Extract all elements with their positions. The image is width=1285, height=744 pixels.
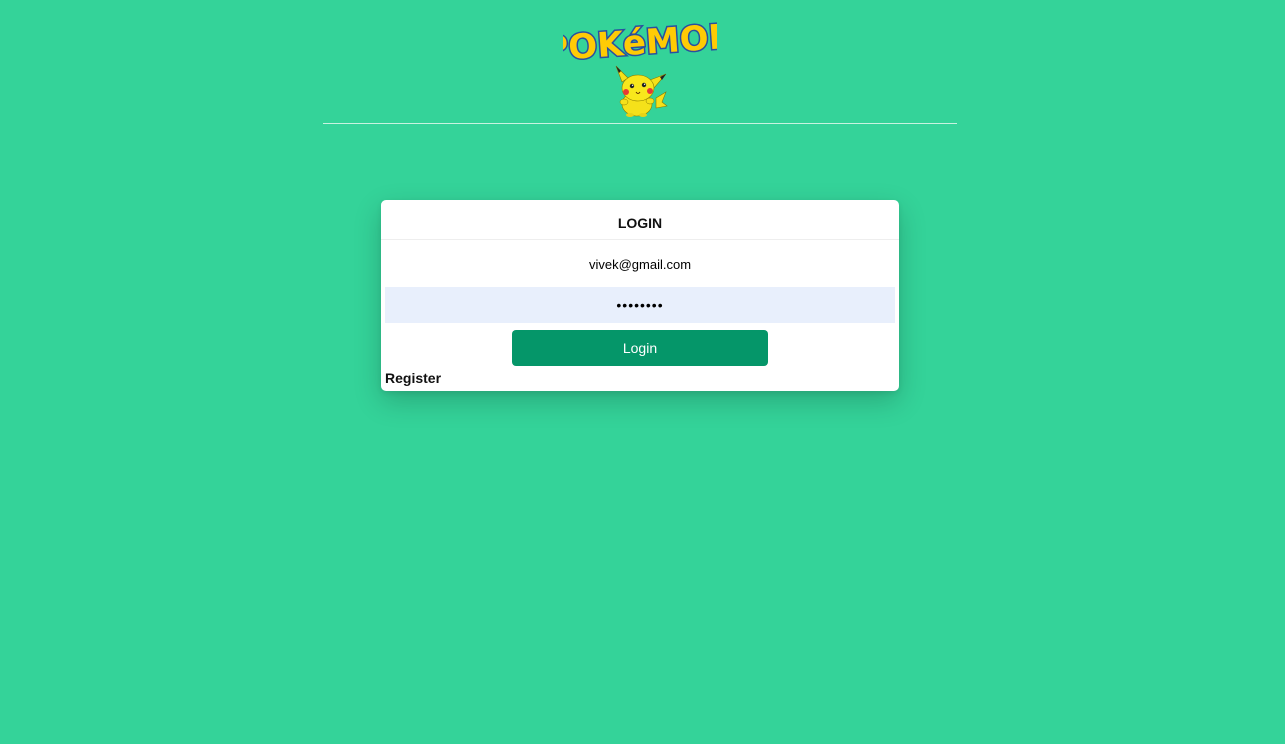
login-card: LOGIN Login Register [381, 200, 899, 391]
register-link[interactable]: Register [385, 370, 441, 386]
svg-text:POKéMON: POKéMON [563, 16, 717, 68]
login-title: LOGIN [381, 200, 899, 240]
pikachu-icon [615, 65, 668, 117]
email-field[interactable] [385, 246, 895, 282]
login-button[interactable]: Login [512, 330, 768, 366]
pokemon-logo: POKéMON [563, 15, 717, 68]
password-field[interactable] [385, 287, 895, 323]
header-divider [323, 123, 957, 124]
header: POKéMON [0, 0, 1285, 124]
